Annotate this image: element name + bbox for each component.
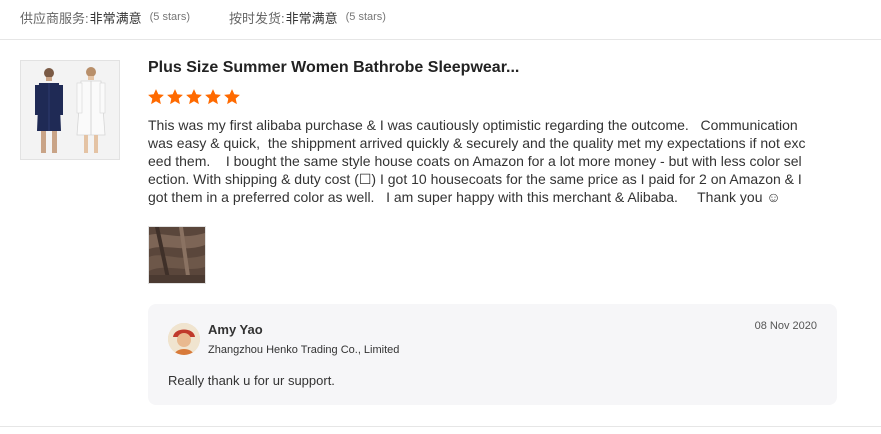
rating-label: 按时发货: bbox=[228, 10, 285, 26]
seller-ratings-bar: 供应商服务: 非常满意 (5 stars) 按时发货: 非常满意 (5 star… bbox=[20, 7, 386, 27]
reply-date: 08 Nov 2020 bbox=[754, 320, 817, 332]
rating-value: 非常满意 bbox=[89, 10, 142, 26]
reply-company-name: Zhangzhou Henko Trading Co., Limited bbox=[208, 344, 400, 356]
divider bbox=[0, 426, 881, 427]
seller-reply: Amy Yao Zhangzhou Henko Trading Co., Lim… bbox=[148, 304, 837, 405]
rating-stars-text: (5 stars) bbox=[345, 11, 386, 23]
rating-label: 供应商服务: bbox=[20, 10, 89, 26]
star-icon bbox=[224, 89, 240, 105]
star-icon bbox=[186, 89, 202, 105]
review-text: This was my first alibaba purchase & I w… bbox=[148, 117, 806, 205]
review-photo-thumbnail[interactable] bbox=[148, 226, 206, 284]
star-icon bbox=[167, 89, 183, 105]
supplier-service-rating: 供应商服务: 非常满意 (5 stars) bbox=[20, 8, 190, 27]
bathrobe-models-image bbox=[21, 61, 119, 159]
divider bbox=[0, 39, 881, 40]
product-title-link[interactable]: Plus Size Summer Women Bathrobe Sleepwea… bbox=[148, 59, 519, 77]
reply-text: Really thank u for ur support. bbox=[168, 373, 335, 388]
review-star-rating bbox=[147, 88, 242, 106]
robe-fabric-photo bbox=[149, 227, 205, 283]
rating-value: 非常满意 bbox=[285, 10, 338, 26]
reply-author-name: Amy Yao bbox=[208, 322, 263, 337]
rating-stars-text: (5 stars) bbox=[149, 11, 190, 23]
product-thumbnail[interactable] bbox=[20, 60, 120, 160]
star-icon bbox=[205, 89, 221, 105]
seller-avatar-image bbox=[168, 323, 200, 355]
on-time-delivery-rating: 按时发货: 非常满意 (5 stars) bbox=[229, 8, 386, 27]
star-icon bbox=[148, 89, 164, 105]
avatar bbox=[168, 323, 200, 355]
